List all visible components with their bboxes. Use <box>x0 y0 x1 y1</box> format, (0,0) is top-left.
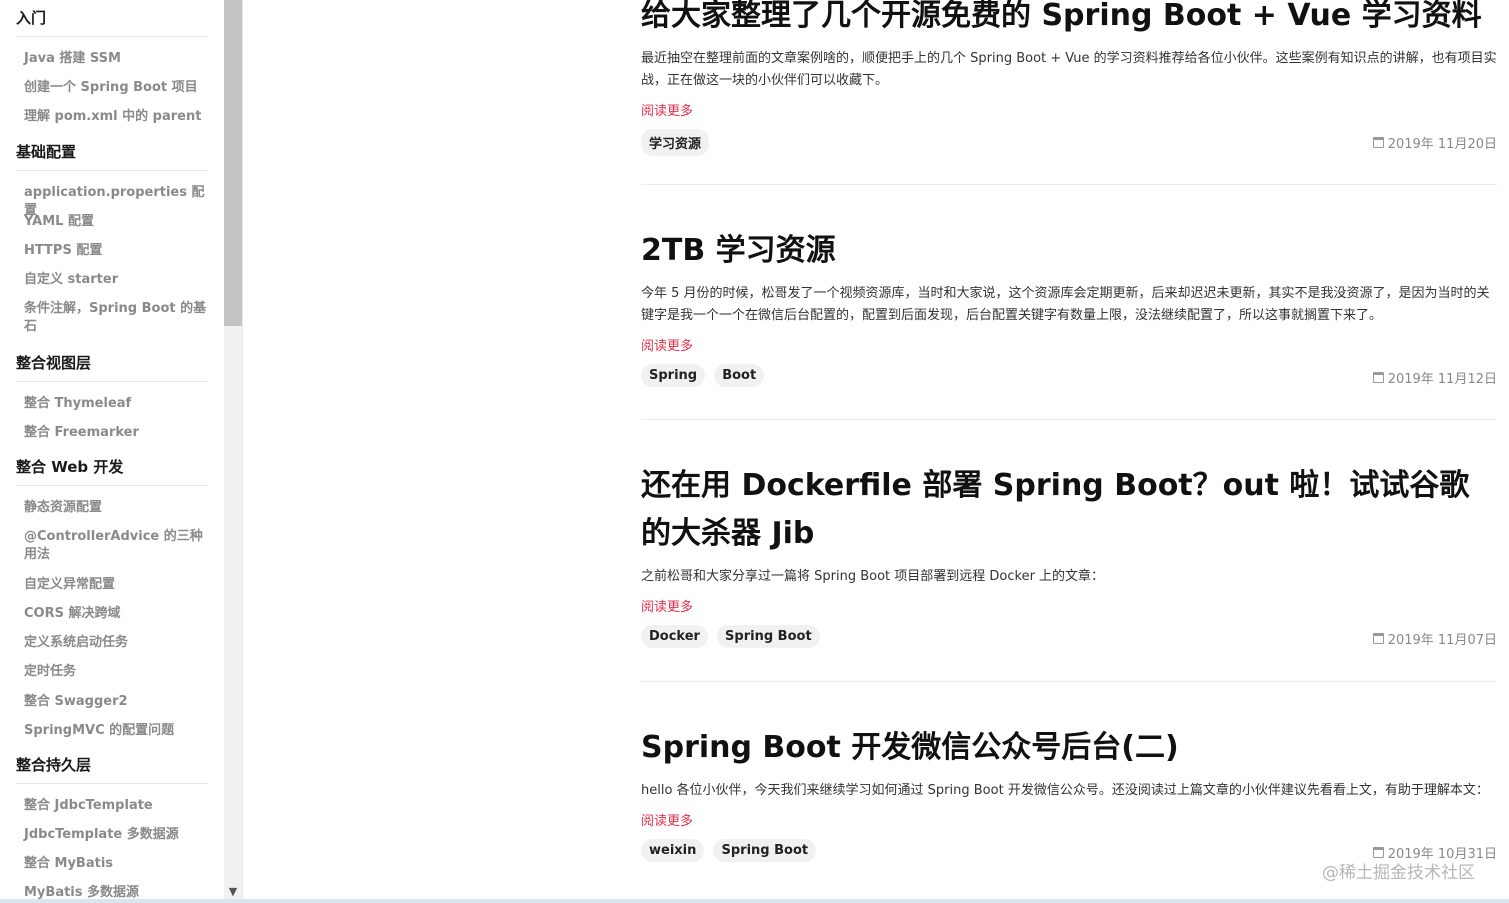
article-summary: 之前松哥和大家分享过一篇将 Spring Boot 项目部署到远程 Docker… <box>641 569 1105 584</box>
sidebar-item[interactable]: 整合 MyBatis <box>24 855 210 873</box>
article-date: 2019年 11月12日 <box>1372 368 1497 387</box>
sidebar-item[interactable]: 整合 Swagger2 <box>24 693 210 711</box>
tag-chip[interactable]: Docker <box>641 625 708 648</box>
article-card: 还在用 Dockerfile 部署 Spring Boot？out 啦！试试谷歌… <box>641 462 1497 651</box>
sidebar-scrollbar[interactable]: ▼ <box>224 0 242 903</box>
read-more-link[interactable]: 阅读更多 <box>641 810 693 829</box>
calendar-icon <box>1372 137 1384 148</box>
sidebar-item[interactable]: 条件注解，Spring Boot 的基石 <box>24 300 210 336</box>
tag-chip[interactable]: 学习资源 <box>641 129 710 156</box>
article-meta: Spring Boot 2019年 11月12日 <box>641 364 1497 390</box>
sidebar-section-title: 整合视图层 <box>16 353 208 382</box>
tag-chip[interactable]: Spring Boot <box>713 839 817 862</box>
sidebar-item[interactable]: 静态资源配置 <box>24 499 210 517</box>
article-summary: 今年 5 月份的时候，松哥发了一个视频资源库，当时和大家说，这个资源库会定期更新… <box>641 286 1490 323</box>
sidebar-section-title: 整合持久层 <box>16 755 208 784</box>
article-card: 2TB 学习资源 今年 5 月份的时候，松哥发了一个视频资源库，当时和大家说，这… <box>641 227 1497 390</box>
sidebar-item[interactable]: @ControllerAdvice 的三种用法 <box>24 528 210 564</box>
article-title[interactable]: Spring Boot 开发微信公众号后台(二) <box>641 724 1497 772</box>
tag-chip[interactable]: Spring <box>641 364 706 387</box>
calendar-icon <box>1372 847 1384 858</box>
sidebar-item[interactable]: YAML 配置 <box>24 213 210 231</box>
sidebar-nav: 入门 Java 搭建 SSM 创建一个 Spring Boot 项目 理解 po… <box>0 0 224 903</box>
sidebar-item[interactable]: SpringMVC 的配置问题 <box>24 722 210 740</box>
sidebar-item[interactable]: Java 搭建 SSM <box>24 50 210 68</box>
sidebar-item[interactable]: CORS 解决跨域 <box>24 605 210 623</box>
article-meta: Docker Spring Boot 2019年 11月07日 <box>641 625 1497 651</box>
article-date: 2019年 11月20日 <box>1372 133 1497 152</box>
article-title[interactable]: 给大家整理了几个开源免费的 Spring Boot + Vue 学习资料 <box>641 0 1497 40</box>
sidebar-item[interactable]: 创建一个 Spring Boot 项目 <box>24 79 210 97</box>
scrollbar-thumb[interactable] <box>224 0 242 326</box>
sidebar-item[interactable]: 自定义异常配置 <box>24 576 210 594</box>
article-summary: 最近抽空在整理前面的文章案例啥的，顺便把手上的几个 Spring Boot + … <box>641 51 1497 88</box>
article-card: 给大家整理了几个开源免费的 Spring Boot + Vue 学习资料 最近抽… <box>641 0 1497 156</box>
sidebar-item[interactable]: HTTPS 配置 <box>24 242 210 260</box>
watermark-text: @稀土掘金技术社区 <box>1322 863 1475 883</box>
read-more-link[interactable]: 阅读更多 <box>641 596 693 615</box>
sidebar-item[interactable]: 整合 JdbcTemplate <box>24 797 210 815</box>
date-text: 2019年 11月12日 <box>1387 372 1497 387</box>
chevron-down-icon[interactable]: ▼ <box>224 882 242 900</box>
article-card: Spring Boot 开发微信公众号后台(二) hello 各位小伙伴，今天我… <box>641 724 1497 865</box>
calendar-icon <box>1372 633 1384 644</box>
sidebar-divider <box>242 0 243 903</box>
tag-chip[interactable]: weixin <box>641 839 705 862</box>
sidebar-item[interactable]: 整合 Thymeleaf <box>24 395 210 413</box>
date-text: 2019年 11月20日 <box>1387 137 1497 152</box>
article-title[interactable]: 2TB 学习资源 <box>641 227 1497 275</box>
tag-chip[interactable]: Spring Boot <box>717 625 820 648</box>
sidebar-item[interactable]: 自定义 starter <box>24 271 210 289</box>
read-more-link[interactable]: 阅读更多 <box>641 100 693 119</box>
article-divider <box>641 184 1497 185</box>
sidebar-item[interactable]: JdbcTemplate 多数据源 <box>24 826 210 844</box>
article-divider <box>641 419 1497 420</box>
sidebar-item[interactable]: 理解 pom.xml 中的 parent <box>24 108 210 126</box>
article-title[interactable]: 还在用 Dockerfile 部署 Spring Boot？out 啦！试试谷歌… <box>641 462 1497 558</box>
sidebar-section-title: 整合 Web 开发 <box>16 457 208 486</box>
sidebar-section-title: 入门 <box>16 8 208 37</box>
sidebar-item[interactable]: 定时任务 <box>24 663 210 681</box>
date-text: 2019年 11月07日 <box>1387 633 1497 648</box>
window-bottom-edge <box>0 899 1509 903</box>
article-date: 2019年 11月07日 <box>1372 629 1497 648</box>
calendar-icon <box>1372 372 1384 383</box>
article-meta: 学习资源 2019年 11月20日 <box>641 129 1497 156</box>
article-divider <box>641 681 1497 682</box>
read-more-link[interactable]: 阅读更多 <box>641 335 693 354</box>
sidebar-item[interactable]: 整合 Freemarker <box>24 424 210 442</box>
sidebar-section-title: 基础配置 <box>16 142 208 171</box>
tag-chip[interactable]: Boot <box>714 364 765 387</box>
article-summary: hello 各位小伙伴，今天我们来继续学习如何通过 Spring Boot 开发… <box>641 783 1489 798</box>
sidebar-item[interactable]: 定义系统启动任务 <box>24 634 210 652</box>
